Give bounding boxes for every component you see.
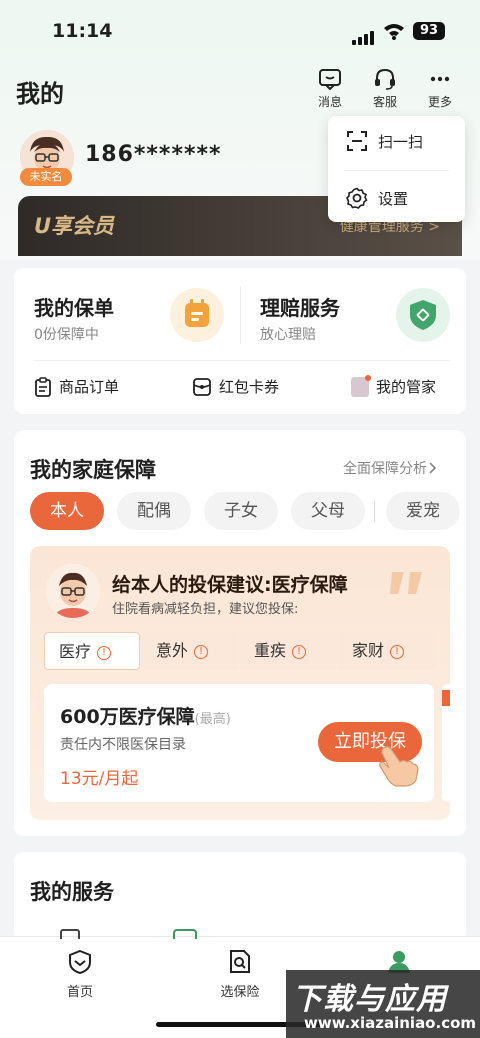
member-tab-parents[interactable]: 父母 — [291, 492, 365, 530]
cellular-signal-icon — [352, 26, 376, 45]
advice-panel: 给本人的投保建议:医疗保障 住院看病减轻负担，建议您投保: 医疗! 意外! 重疾… — [30, 546, 450, 820]
watermark-title: 下载与应用 — [292, 982, 447, 1017]
status-time: 11:14 — [52, 20, 113, 42]
menu-item-scan-label: 扫一扫 — [378, 132, 424, 151]
gear-icon — [346, 187, 368, 209]
tab-home-label: 首页 — [66, 985, 93, 1000]
info-icon: ! — [292, 644, 307, 659]
messages-label: 消息 — [317, 95, 342, 109]
claims-shield-icon[interactable] — [396, 288, 450, 342]
service-icon-peek — [60, 929, 80, 939]
message-icon — [319, 69, 341, 90]
customer-service-label: 客服 — [372, 95, 397, 109]
product-price: 13元/月起 — [60, 769, 139, 789]
menu-item-scan[interactable]: 扫一扫 — [346, 126, 423, 156]
phone-number: 186******* — [85, 142, 222, 167]
menu-item-settings-label: 设置 — [378, 189, 409, 208]
more-button[interactable]: 更多 — [417, 68, 463, 110]
info-icon: ! — [97, 645, 112, 660]
claims-sub: 放心理赔 — [260, 327, 316, 343]
member-tab-spouse[interactable]: 配偶 — [117, 492, 191, 530]
quick-orders[interactable]: 商品订单 — [34, 376, 119, 397]
member-tab-self[interactable]: 本人 — [30, 492, 104, 530]
customer-service-button[interactable]: 客服 — [362, 68, 408, 110]
member-tab-children[interactable]: 子女 — [204, 492, 278, 530]
quick-orders-label: 商品订单 — [59, 378, 120, 396]
more-label: 更多 — [427, 95, 452, 109]
policy-calendar-icon[interactable] — [170, 288, 224, 342]
advice-tab-medical-label: 医疗 — [59, 642, 92, 661]
menu-divider — [344, 170, 449, 171]
advice-tab-critical-label: 重疾 — [254, 641, 287, 660]
shield-home-icon — [69, 949, 91, 975]
quick-coupons[interactable]: 红包卡券 — [192, 376, 279, 397]
quick-manager[interactable]: 我的管家 — [351, 374, 437, 397]
quick-coupons-label: 红包卡券 — [219, 378, 280, 396]
product-name-note: (最高) — [194, 712, 231, 727]
chevron-right-icon — [429, 462, 437, 474]
member-tab-pet[interactable]: 爱宠 — [386, 492, 460, 530]
advice-tab-accident-label: 意外 — [156, 641, 189, 660]
manager-avatar-icon — [351, 374, 371, 397]
product-name-row: 600万医疗保障(最高) — [60, 702, 231, 729]
family-analysis-link[interactable]: 全面保障分析 — [343, 458, 437, 478]
more-dropdown-menu: 扫一扫 设置 — [328, 116, 465, 222]
coupon-icon — [193, 377, 211, 396]
family-title: 我的家庭保障 — [30, 458, 156, 482]
advice-tab-property[interactable]: 家财! — [338, 632, 436, 670]
services-title: 我的服务 — [30, 880, 114, 904]
messages-button[interactable]: 消息 — [307, 68, 353, 110]
my-policy-count: 0份保障中 — [34, 327, 99, 343]
clipboard-icon — [35, 376, 51, 397]
product-name: 600万医疗保障 — [60, 706, 195, 728]
advice-title: 给本人的投保建议:医疗保障 — [112, 574, 348, 596]
product-desc: 责任内不限医保目录 — [60, 737, 186, 753]
quick-divider — [34, 360, 450, 361]
menu-item-settings[interactable]: 设置 — [346, 183, 408, 213]
tab-choose-insurance[interactable]: 选保险 — [205, 949, 275, 1000]
status-bar: 11:14 93 — [0, 0, 480, 60]
advice-tab-property-label: 家财 — [352, 641, 385, 660]
verification-badge[interactable]: 未实名 — [20, 168, 72, 186]
advice-tab-critical[interactable]: 重疾! — [240, 632, 336, 670]
search-doc-icon — [230, 950, 250, 973]
avatar-illustration-icon — [46, 564, 100, 618]
quote-mark-icon — [390, 572, 422, 594]
tab-home[interactable]: 首页 — [45, 949, 115, 1000]
info-icon: ! — [390, 644, 405, 659]
service-icon-peek — [173, 929, 197, 939]
scan-icon — [347, 131, 367, 151]
advice-avatar — [46, 564, 100, 618]
info-icon: ! — [194, 644, 209, 659]
more-icon — [430, 76, 450, 82]
watermark-logo: 下载与应用 www.xiazainiao.com — [286, 970, 480, 1038]
policy-divider — [240, 286, 241, 344]
advice-subtitle: 住院看病减轻负担，建议您投保: — [112, 602, 299, 617]
advice-tab-accident[interactable]: 意外! — [142, 632, 238, 670]
my-policy-title[interactable]: 我的保单 — [34, 292, 114, 321]
next-product-peek — [442, 684, 450, 802]
tab-choose-insurance-label: 选保险 — [220, 985, 260, 1000]
headset-icon — [375, 68, 395, 90]
vip-name: U享会员 — [34, 214, 115, 238]
member-divider — [374, 500, 375, 522]
page-title: 我的 — [16, 80, 64, 108]
wifi-icon — [382, 22, 406, 44]
pointing-hand-icon — [379, 746, 419, 787]
watermark-url: www.xiazainiao.com — [304, 1014, 477, 1032]
family-analysis-label: 全面保障分析 — [343, 461, 427, 477]
claims-title[interactable]: 理赔服务 — [260, 292, 340, 321]
advice-tab-medical[interactable]: 医疗! — [44, 632, 140, 670]
battery-indicator: 93 — [413, 22, 445, 40]
quick-manager-label: 我的管家 — [376, 378, 437, 396]
